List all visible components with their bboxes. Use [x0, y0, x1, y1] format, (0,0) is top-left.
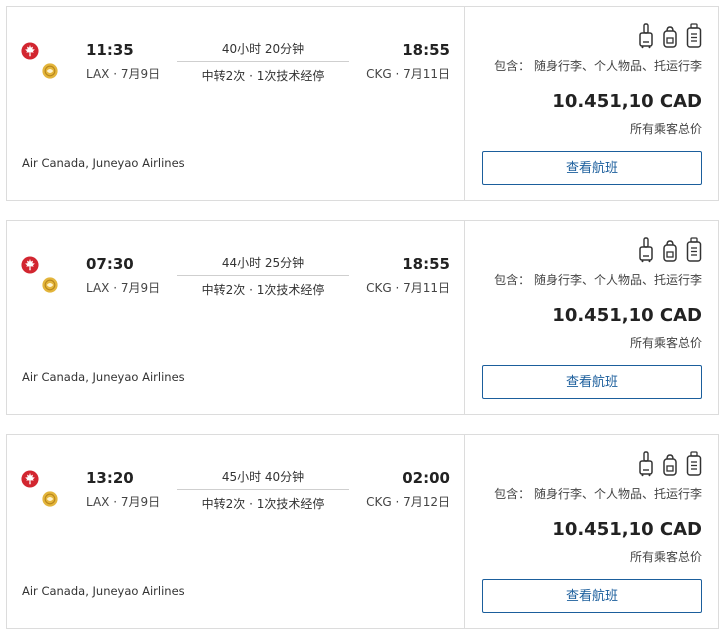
air-canada-logo-icon: [21, 42, 39, 60]
baggage-icons: [638, 451, 702, 477]
stops-info: 中转2次 · 1次技术经停: [201, 283, 325, 297]
personal-item-icon: [662, 451, 678, 477]
airlines-names: Air Canada, Juneyao Airlines: [22, 156, 185, 170]
arrival-time: 18:55: [402, 255, 450, 273]
fare-panel: 包含： 随身行李、个人物品、托运行李 10.451,10 CAD 所有乘客总价 …: [464, 221, 718, 414]
route-divider: [177, 489, 349, 490]
flight-summary: 07:30 LAX · 7月9日 44小时 25分钟 中转2次 · 1次技术经停…: [7, 221, 464, 414]
flight-duration: 45小时 40分钟: [221, 470, 305, 484]
baggage-includes-text: 包含： 随身行李、个人物品、托运行李: [494, 59, 702, 73]
checked-bag-icon: [686, 237, 702, 263]
fare-panel: 包含： 随身行李、个人物品、托运行李 10.451,10 CAD 所有乘客总价 …: [464, 435, 718, 628]
flight-summary: 13:20 LAX · 7月9日 45小时 40分钟 中转2次 · 1次技术经停…: [7, 435, 464, 628]
route-divider: [177, 61, 349, 62]
flight-duration: 40小时 20分钟: [221, 42, 305, 56]
personal-item-icon: [662, 23, 678, 49]
stops-info: 中转2次 · 1次技术经停: [201, 497, 325, 511]
departure-airport-date: LAX · 7月9日: [86, 281, 161, 295]
arrival-airport-date: CKG · 7月11日: [366, 281, 450, 295]
juneyao-logo-icon: [42, 63, 58, 79]
baggage-includes-text: 包含： 随身行李、个人物品、托运行李: [494, 487, 702, 501]
carry-on-bag-icon: [638, 23, 654, 49]
fare-panel: 包含： 随身行李、个人物品、托运行李 10.451,10 CAD 所有乘客总价 …: [464, 7, 718, 200]
flight-card: 11:35 LAX · 7月9日 40小时 20分钟 中转2次 · 1次技术经停…: [6, 6, 719, 201]
route-divider: [177, 275, 349, 276]
arrival-airport-date: CKG · 7月11日: [366, 67, 450, 81]
departure-airport-date: LAX · 7月9日: [86, 67, 161, 81]
total-price: 10.451,10 CAD: [552, 519, 702, 540]
departure-time: 07:30: [86, 255, 134, 273]
baggage-includes-text: 包含： 随身行李、个人物品、托运行李: [494, 273, 702, 287]
baggage-icons: [638, 23, 702, 49]
air-canada-logo-icon: [21, 470, 39, 488]
flight-card: 07:30 LAX · 7月9日 44小时 25分钟 中转2次 · 1次技术经停…: [6, 220, 719, 415]
price-note: 所有乘客总价: [629, 550, 702, 564]
view-flight-button[interactable]: 查看航班: [482, 151, 702, 185]
flight-duration: 44小时 25分钟: [221, 256, 305, 270]
total-price: 10.451,10 CAD: [552, 91, 702, 112]
departure-time: 11:35: [86, 41, 134, 59]
view-flight-button[interactable]: 查看航班: [482, 579, 702, 613]
price-note: 所有乘客总价: [629, 336, 702, 350]
departure-airport-date: LAX · 7月9日: [86, 495, 161, 509]
checked-bag-icon: [686, 451, 702, 477]
carry-on-bag-icon: [638, 237, 654, 263]
personal-item-icon: [662, 237, 678, 263]
arrival-airport-date: CKG · 7月12日: [366, 495, 450, 509]
arrival-time: 02:00: [402, 469, 450, 487]
departure-time: 13:20: [86, 469, 134, 487]
total-price: 10.451,10 CAD: [552, 305, 702, 326]
flight-card: 13:20 LAX · 7月9日 45小时 40分钟 中转2次 · 1次技术经停…: [6, 434, 719, 629]
air-canada-logo-icon: [21, 256, 39, 274]
arrival-time: 18:55: [402, 41, 450, 59]
baggage-icons: [638, 237, 702, 263]
airlines-names: Air Canada, Juneyao Airlines: [22, 370, 185, 384]
checked-bag-icon: [686, 23, 702, 49]
price-note: 所有乘客总价: [629, 122, 702, 136]
juneyao-logo-icon: [42, 277, 58, 293]
flight-summary: 11:35 LAX · 7月9日 40小时 20分钟 中转2次 · 1次技术经停…: [7, 7, 464, 200]
carry-on-bag-icon: [638, 451, 654, 477]
juneyao-logo-icon: [42, 491, 58, 507]
view-flight-button[interactable]: 查看航班: [482, 365, 702, 399]
stops-info: 中转2次 · 1次技术经停: [201, 69, 325, 83]
airlines-names: Air Canada, Juneyao Airlines: [22, 584, 185, 598]
